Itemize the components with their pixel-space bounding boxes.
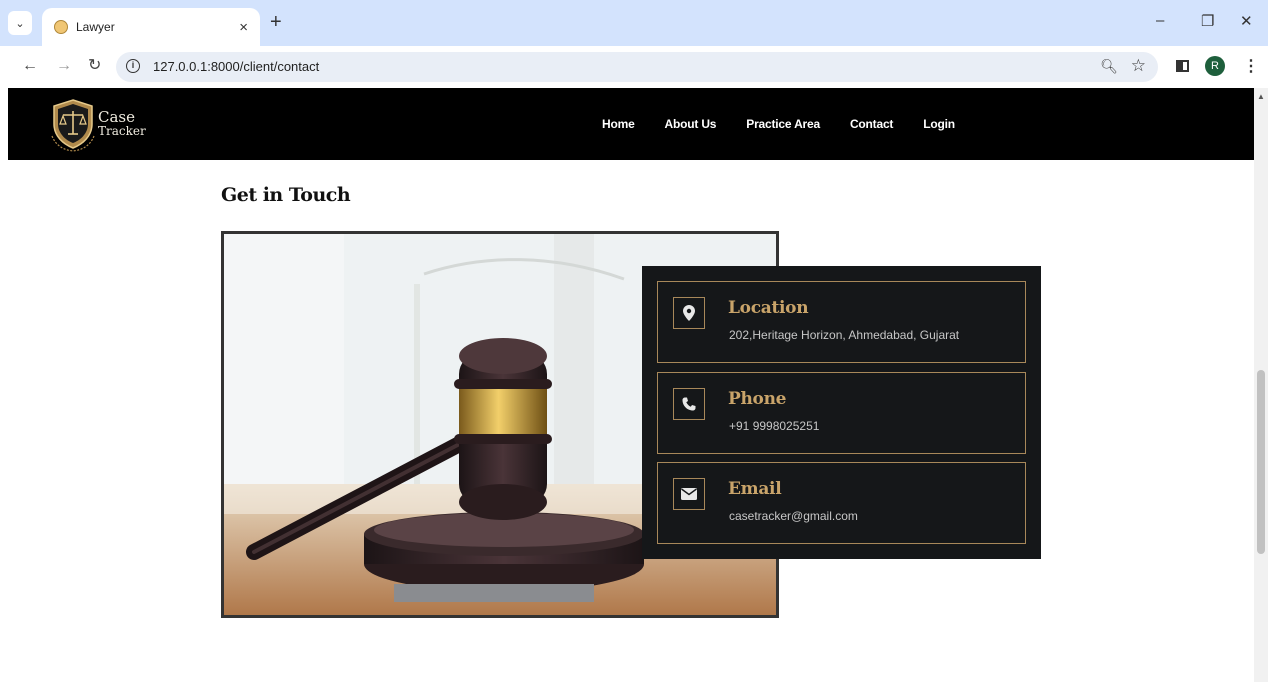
restore-button[interactable]: ❐ xyxy=(1201,12,1214,30)
side-panel-icon[interactable] xyxy=(1176,60,1189,72)
email-value[interactable]: casetracker@gmail.com xyxy=(729,509,858,523)
tab-close-icon[interactable]: × xyxy=(239,19,248,36)
map-pin-icon xyxy=(673,297,705,329)
nav-practice-area[interactable]: Practice Area xyxy=(746,117,820,131)
forward-icon[interactable]: → xyxy=(56,57,72,75)
contact-info-panel: Location 202,Heritage Horizon, Ahmedabad… xyxy=(642,266,1041,559)
location-value: 202,Heritage Horizon, Ahmedabad, Gujarat xyxy=(729,328,960,342)
tab-title: Lawyer xyxy=(76,20,115,34)
page-title: Get in Touch xyxy=(221,184,351,206)
main-menu: Home About Us Practice Area Contact Logi… xyxy=(602,117,955,131)
page-viewport: Case Tracker Home About Us Practice Area… xyxy=(0,88,1268,682)
envelope-icon xyxy=(673,478,705,510)
phone-card: Phone +91 9998025251 xyxy=(657,372,1026,454)
nav-login[interactable]: Login xyxy=(923,117,955,131)
nav-contact[interactable]: Contact xyxy=(850,117,893,131)
phone-value[interactable]: +91 9998025251 xyxy=(729,419,819,433)
location-title: Location xyxy=(728,298,809,318)
address-bar[interactable]: i 127.0.0.1:8000/client/contact 🔍︎ ☆ xyxy=(116,52,1158,82)
scales-of-justice-logo-icon[interactable] xyxy=(48,96,98,152)
browser-tab-strip: ⌄ Lawyer × + – ❐ ✕ xyxy=(0,0,1268,46)
site-info-icon[interactable]: i xyxy=(126,59,140,73)
bookmark-star-icon[interactable]: ☆ xyxy=(1131,56,1146,76)
scrollbar-thumb[interactable] xyxy=(1257,370,1265,554)
scroll-up-arrow-icon[interactable]: ▲ xyxy=(1257,92,1265,101)
phone-icon xyxy=(673,388,705,420)
close-window-button[interactable]: ✕ xyxy=(1240,12,1253,30)
profile-avatar[interactable]: R xyxy=(1205,56,1225,76)
reload-icon[interactable]: ↻ xyxy=(88,57,101,75)
menu-kebab-icon[interactable]: ⋮ xyxy=(1243,56,1259,76)
tab-favicon-icon xyxy=(54,20,68,34)
zoom-icon[interactable]: 🔍︎ xyxy=(1100,58,1118,75)
browser-toolbar: ← → ↻ i 127.0.0.1:8000/client/contact 🔍︎… xyxy=(0,46,1268,88)
new-tab-button[interactable]: + xyxy=(270,12,282,32)
phone-title: Phone xyxy=(728,389,787,409)
browser-tab[interactable]: Lawyer × xyxy=(42,8,260,46)
minimize-button[interactable]: – xyxy=(1156,12,1164,29)
location-card: Location 202,Heritage Horizon, Ahmedabad… xyxy=(657,281,1026,363)
logo-wordmark[interactable]: Case Tracker xyxy=(98,110,146,139)
url-text[interactable]: 127.0.0.1:8000/client/contact xyxy=(153,59,319,74)
nav-home[interactable]: Home xyxy=(602,117,635,131)
email-title: Email xyxy=(728,479,782,499)
back-icon[interactable]: ← xyxy=(22,57,38,75)
vertical-scrollbar[interactable]: ▲ xyxy=(1254,88,1268,682)
site-navbar: Case Tracker Home About Us Practice Area… xyxy=(8,88,1254,160)
tab-search-button[interactable]: ⌄ xyxy=(8,11,32,35)
nav-about-us[interactable]: About Us xyxy=(665,117,717,131)
email-card: Email casetracker@gmail.com xyxy=(657,462,1026,544)
